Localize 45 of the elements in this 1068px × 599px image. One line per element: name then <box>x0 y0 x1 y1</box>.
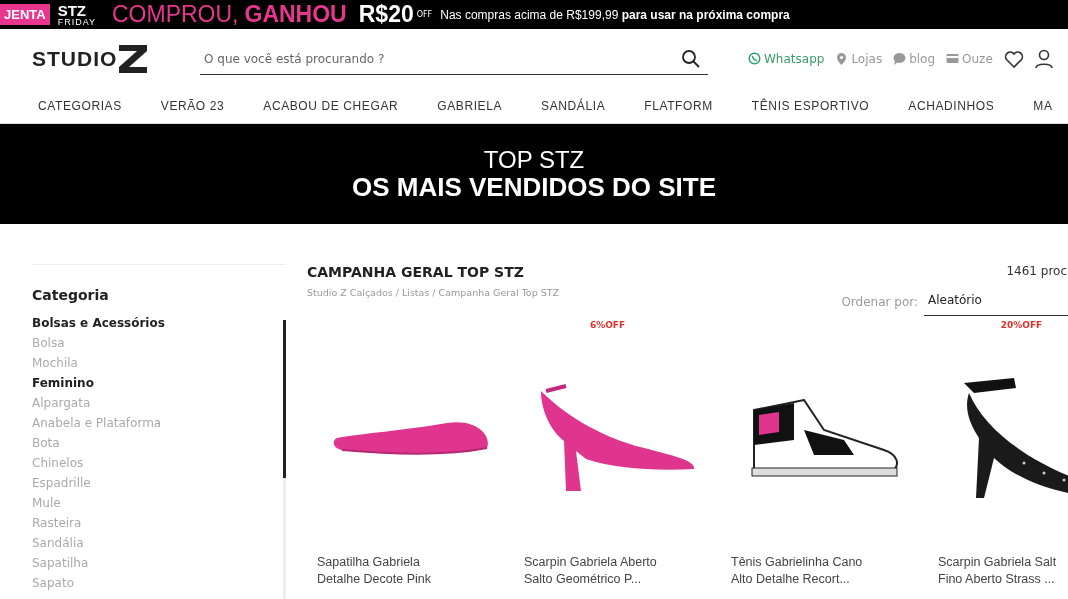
brand-text: FRIDAY <box>57 17 96 27</box>
nav-link[interactable]: VERÃO 23 <box>160 99 225 113</box>
sort-dropdown[interactable]: Aleatório <box>924 287 1068 316</box>
card-icon <box>946 52 960 66</box>
category-heading[interactable]: Bolsas e Acessórios <box>32 313 286 333</box>
promo-headline: GANHOU <box>244 1 347 28</box>
user-icon <box>1034 49 1053 69</box>
nav-link[interactable]: MA <box>1033 99 1053 113</box>
nav-link[interactable]: CATEGORIAS <box>38 99 122 113</box>
hero-title: OS MAIS VENDIDOS DO SITE <box>351 173 717 201</box>
header-link[interactable]: Whatsapp <box>748 52 825 66</box>
promo-tag: JENTA <box>0 4 50 25</box>
hero-subtitle: TOP STZ <box>483 147 585 173</box>
nav-link[interactable]: SANDÁLIA <box>541 99 606 113</box>
pin-icon <box>835 52 849 66</box>
promo-amount: R$20 <box>358 1 414 28</box>
logo[interactable]: STUDIO <box>32 45 192 73</box>
heart-icon <box>1003 49 1024 69</box>
discount-label: 6%OFF <box>589 320 626 332</box>
page-title: CAMPANHA GERAL TOP STZ <box>307 264 525 280</box>
breadcrumb: Studio Z Calçados / Listas / Campanha Geral Top STZ <box>307 287 560 298</box>
product-name[interactable]: Tênis Gabrielinha Cano Alto Detalhe Recort... <box>731 554 863 588</box>
promo-note: Nas compras acima de R$199,99 para usar na próxima compra <box>440 7 790 22</box>
whatsapp-icon <box>748 52 761 66</box>
product-count: 1461 proc <box>1006 264 1067 278</box>
nav-link[interactable]: FLATFORM <box>644 99 713 113</box>
product-name[interactable]: Scarpin Gabriela Salt Fino Aberto Strass ... <box>938 554 1057 588</box>
nav-link[interactable]: TÊNIS ESPORTIVO <box>751 99 870 113</box>
search-icon <box>682 49 700 68</box>
scrollbar-thumb[interactable] <box>283 320 286 478</box>
category-heading[interactable]: Feminino <box>32 373 286 393</box>
sort-label: Ordenar por: <box>841 294 918 309</box>
nav-link[interactable]: GABRIELA <box>437 99 503 113</box>
logo-text: STUDIO <box>32 47 118 71</box>
chat-bubble-icon <box>893 52 907 66</box>
filter-title: Categoria <box>32 287 110 303</box>
nav-link[interactable]: ACHADINHOS <box>908 99 995 113</box>
product-name[interactable]: Scarpin Gabriela Aberto Salto Geométrico P... <box>524 554 657 588</box>
z-logo-icon <box>119 45 148 73</box>
product-name[interactable]: Sapatilha Gabriela Detalhe Decote Pink <box>317 554 431 588</box>
nav-link[interactable]: ACABOU DE CHEGAR <box>263 99 399 113</box>
brand-text: STZ <box>57 2 87 18</box>
promo-off: OFF <box>416 9 433 20</box>
promo-headline: COMPROU, <box>112 1 239 28</box>
discount-label: 20%OFF <box>1000 320 1043 332</box>
